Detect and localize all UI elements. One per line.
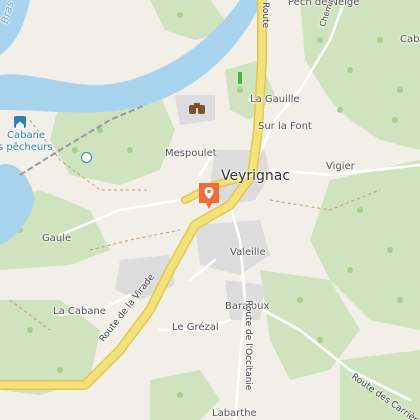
place-label-veyrignac: Veyrignac bbox=[221, 168, 291, 184]
green-marker bbox=[238, 72, 242, 84]
place-label-vigier: Vigier bbox=[326, 161, 355, 172]
poi-label-pecheurs: s pêcheurs bbox=[0, 142, 53, 153]
poi-label-cabane: Cabane bbox=[7, 130, 46, 141]
place-label-mespoulet: Mespoulet bbox=[165, 148, 217, 159]
place-label-labarthe: Labarthe bbox=[212, 408, 257, 419]
fishing-hut-icon[interactable] bbox=[14, 116, 26, 129]
place-label-la-gauille: La Gauille bbox=[250, 94, 300, 105]
place-label-le-grezal: Le Grézal bbox=[172, 322, 219, 333]
place-label-sur-la-font: Sur la Font bbox=[258, 121, 312, 132]
place-label-valeille: Valeille bbox=[230, 247, 266, 258]
road-label-route-top: Route bbox=[260, 2, 270, 29]
binoculars-icon[interactable] bbox=[188, 100, 206, 114]
map-pin-icon[interactable] bbox=[197, 181, 221, 211]
road-label-occitanie: Route de l'Occitanie bbox=[243, 300, 253, 391]
place-label-la-cabane: La Cabane bbox=[53, 306, 106, 317]
map-canvas[interactable]: Pech de Neige Cab La Gauille Sur la Font… bbox=[0, 0, 420, 420]
place-label-cab: Cab bbox=[400, 34, 420, 45]
poi-circle-icon[interactable] bbox=[81, 152, 92, 163]
place-label-gaule: Gaule bbox=[42, 233, 72, 244]
